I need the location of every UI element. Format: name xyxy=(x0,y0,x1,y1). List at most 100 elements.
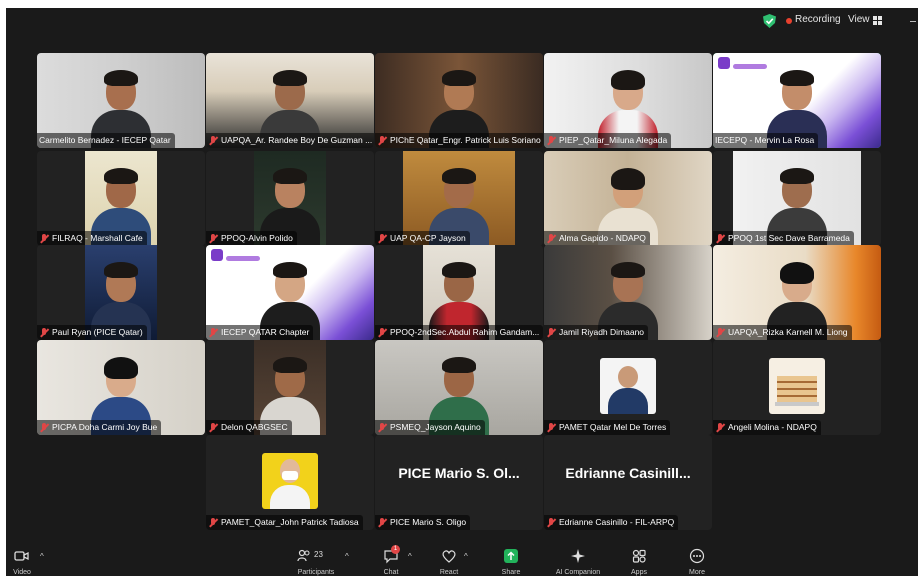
participant-avatar xyxy=(769,358,825,414)
participant-name: PPOQ 1st Sec Dave Barrameda xyxy=(728,233,850,243)
share-button[interactable]: Share xyxy=(496,548,526,576)
participant-name: PAMET_Qatar_John Patrick Tadiosa xyxy=(221,517,359,527)
view-button[interactable]: View xyxy=(848,14,870,25)
participant-name-tag: PICPA Doha Carmi Joy Bue xyxy=(37,420,162,435)
participant-name: UAPQA_Rizka Karnell M. Liong xyxy=(728,327,848,337)
participants-count: 23 xyxy=(314,550,323,559)
video-tile[interactable]: PPOQ-2ndSec.Abdul Rahim Gandam... xyxy=(375,245,543,340)
participant-name-tag: UAPQA_Ar. Randee Boy De Guzman ... xyxy=(206,133,374,148)
participant-name: PPOQ-Alvin Polido xyxy=(221,233,293,243)
video-tile[interactable]: IECEP QATAR Chapter xyxy=(206,245,374,340)
muted-mic-icon xyxy=(377,327,387,338)
participant-name: PICE Mario S. Oligo xyxy=(390,517,467,527)
participant-name: PIEP_Qatar_Miluna Alegada xyxy=(559,135,668,145)
muted-mic-icon xyxy=(39,233,49,244)
chat-label: Chat xyxy=(383,569,399,576)
participant-name-tag: PIEP_Qatar_Miluna Alegada xyxy=(544,133,672,148)
video-tile[interactable]: UAP QA-CP Jayson xyxy=(375,151,543,246)
video-tile-no-video[interactable]: PICE Mario S. Ol... PICE Mario S. Oligo xyxy=(375,435,543,530)
logo-icon xyxy=(211,249,223,261)
muted-mic-icon xyxy=(715,233,725,244)
participant-name-tag: Jamil Riyadh Dimaano xyxy=(544,325,649,340)
muted-mic-icon xyxy=(546,135,556,146)
muted-mic-icon xyxy=(546,327,556,338)
video-camera-icon xyxy=(14,551,29,561)
video-tile[interactable]: PAMET_Qatar_John Patrick Tadiosa xyxy=(206,435,374,530)
meeting-top-bar: Recording View xyxy=(6,8,918,34)
video-tile[interactable]: Alma Gapido - NDAPQ xyxy=(544,151,712,246)
participant-name: Angeli Molina - NDAPQ xyxy=(728,422,817,432)
muted-mic-icon xyxy=(39,327,49,338)
video-tile[interactable]: PAMET Qatar Mel De Torres xyxy=(544,340,712,435)
more-label: More xyxy=(689,569,705,576)
banner-decoration xyxy=(226,256,260,261)
grid-view-icon[interactable] xyxy=(873,16,882,25)
participant-name-tag: IECEP QATAR Chapter xyxy=(206,325,314,340)
muted-mic-icon xyxy=(377,135,387,146)
banner-decoration xyxy=(733,64,767,69)
video-tile-active-speaker[interactable]: IECEPQ - Mervin La Rosa xyxy=(713,53,881,148)
recording-dot-icon xyxy=(786,18,792,24)
share-label: Share xyxy=(501,569,521,576)
participant-name: IECEP QATAR Chapter xyxy=(221,327,310,337)
video-tile[interactable]: Carmelito Bernadez - IECEP Qatar xyxy=(37,53,205,148)
video-tile[interactable]: PPOQ-Alvin Polido xyxy=(206,151,374,246)
share-screen-icon xyxy=(504,549,518,563)
video-tile[interactable]: PIChE Qatar_Engr. Patrick Luis Soriano xyxy=(375,53,543,148)
participant-avatar xyxy=(262,453,318,509)
video-tile[interactable]: UAPQA_Rizka Karnell M. Liong xyxy=(713,245,881,340)
participants-options-chevron-icon[interactable]: ^ xyxy=(345,552,349,561)
muted-mic-icon xyxy=(546,233,556,244)
recording-label[interactable]: Recording xyxy=(795,14,841,25)
video-tile[interactable]: Angeli Molina - NDAPQ xyxy=(713,340,881,435)
participant-name-tag: Alma Gapido - NDAPQ xyxy=(544,231,650,246)
video-tile-no-video[interactable]: Edrianne Casinill... Edrianne Casinillo … xyxy=(544,435,712,530)
video-label: Video xyxy=(13,569,31,576)
participant-name: Edrianne Casinillo - FIL-ARPQ xyxy=(559,517,675,527)
video-tile[interactable]: PIEP_Qatar_Miluna Alegada xyxy=(544,53,712,148)
more-button[interactable]: More xyxy=(682,548,712,576)
apps-button[interactable]: Apps xyxy=(624,548,654,576)
participant-name: Delon QABGSEC xyxy=(221,422,288,432)
video-tile[interactable]: Paul Ryan (PICE Qatar) xyxy=(37,245,205,340)
video-tile[interactable]: PPOQ 1st Sec Dave Barrameda xyxy=(713,151,881,246)
participant-name-tag: PICE Mario S. Oligo xyxy=(375,515,471,530)
video-tile[interactable]: PICPA Doha Carmi Joy Bue xyxy=(37,340,205,435)
zoom-meeting-window: Recording View Carmelito Bernadez - IECE… xyxy=(6,8,918,576)
muted-mic-icon xyxy=(715,327,725,338)
muted-mic-icon xyxy=(208,135,218,146)
participant-name: PIChE Qatar_Engr. Patrick Luis Soriano xyxy=(390,135,541,145)
chat-options-chevron-icon[interactable]: ^ xyxy=(408,552,412,561)
participant-name-tag: Delon QABGSEC xyxy=(206,420,292,435)
video-tile[interactable]: Jamil Riyadh Dimaano xyxy=(544,245,712,340)
video-button[interactable]: Video xyxy=(10,548,34,576)
shield-icon[interactable] xyxy=(763,14,776,28)
participant-name: FILRAQ - Marshall Cafe xyxy=(52,233,143,243)
muted-mic-icon xyxy=(546,517,556,528)
video-tile[interactable]: PSMEQ_Jayson Aquino xyxy=(375,340,543,435)
participants-button[interactable]: 23 Participants xyxy=(288,548,344,576)
video-tile[interactable]: UAPQA_Ar. Randee Boy De Guzman ... xyxy=(206,53,374,148)
participant-name-tag: PAMET_Qatar_John Patrick Tadiosa xyxy=(206,515,363,530)
participant-name-tag: PAMET Qatar Mel De Torres xyxy=(544,420,671,435)
participant-name-tag: UAPQA_Rizka Karnell M. Liong xyxy=(713,325,852,340)
ai-companion-button[interactable]: AI Companion xyxy=(556,548,600,576)
participant-name: Jamil Riyadh Dimaano xyxy=(559,327,645,337)
participants-label: Participants xyxy=(297,569,335,576)
muted-mic-icon xyxy=(546,422,556,433)
video-tile[interactable]: FILRAQ - Marshall Cafe xyxy=(37,151,205,246)
minimize-icon[interactable] xyxy=(910,21,916,22)
participant-name-tag: PPOQ-2ndSec.Abdul Rahim Gandam... xyxy=(375,325,543,340)
chat-button[interactable]: 1 Chat xyxy=(376,545,406,576)
video-tile[interactable]: Delon QABGSEC xyxy=(206,340,374,435)
participant-name: PAMET Qatar Mel De Torres xyxy=(559,422,667,432)
logo-icon xyxy=(718,57,730,69)
participant-name-tag: Carmelito Bernadez - IECEP Qatar xyxy=(37,133,175,148)
video-options-chevron-icon[interactable]: ^ xyxy=(40,552,44,561)
react-button[interactable]: React xyxy=(434,548,464,576)
muted-mic-icon xyxy=(377,422,387,433)
react-options-chevron-icon[interactable]: ^ xyxy=(464,552,468,561)
participant-name: Alma Gapido - NDAPQ xyxy=(559,233,646,243)
participant-avatar xyxy=(600,358,656,414)
react-label: React xyxy=(439,569,459,576)
